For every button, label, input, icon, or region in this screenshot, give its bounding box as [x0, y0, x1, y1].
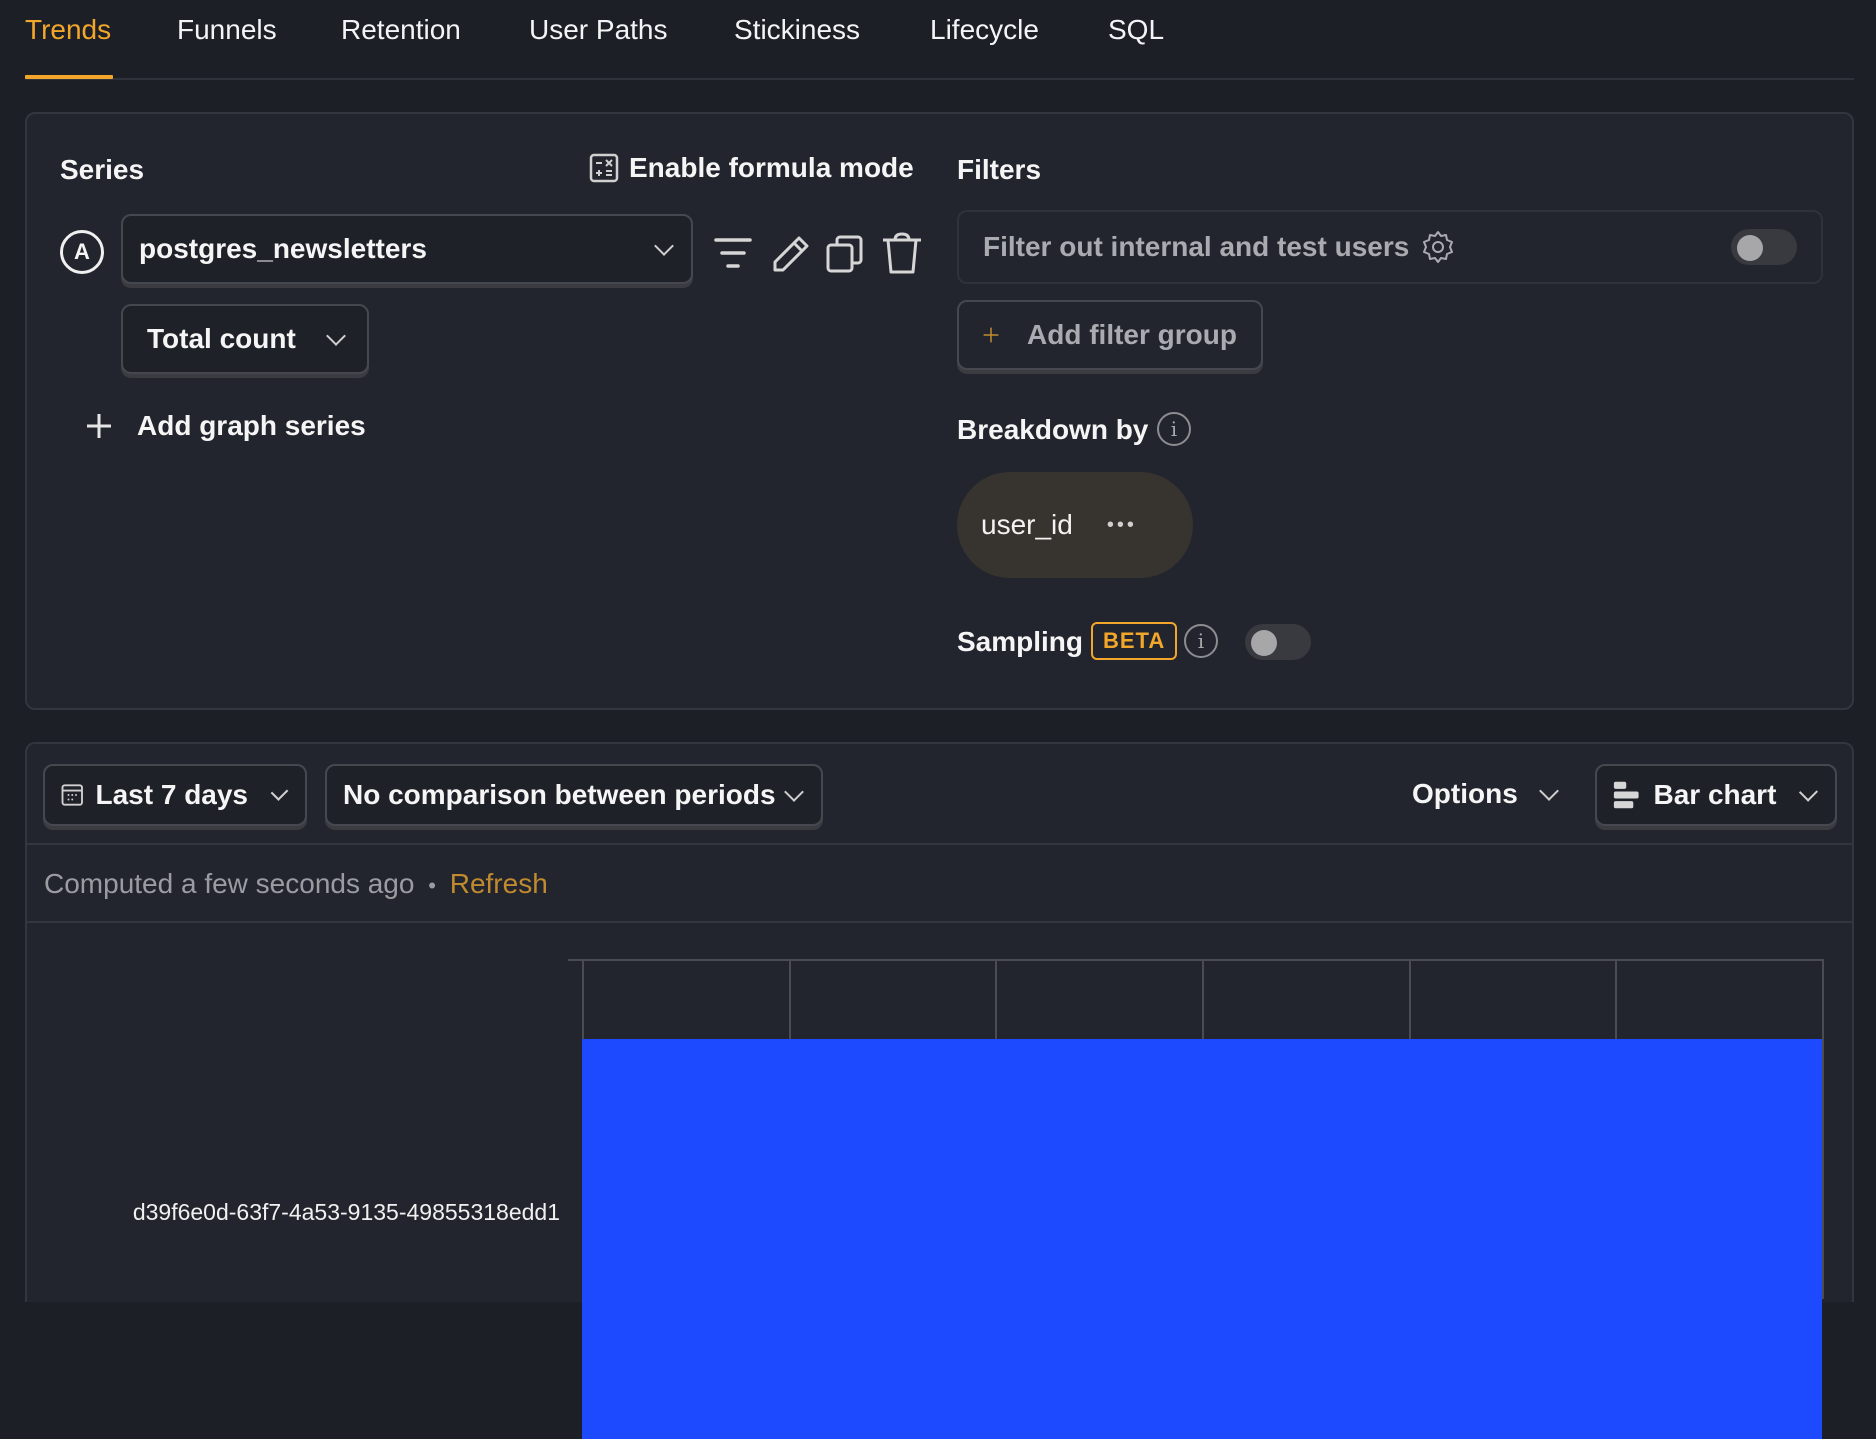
calendar-icon [61, 784, 83, 806]
insight-type-tabs: Trends Funnels Retention User Paths Stic… [25, 0, 1854, 80]
filter-icon[interactable] [713, 234, 753, 274]
beta-badge: BETA [1091, 622, 1178, 660]
options-dropdown[interactable]: Options [1412, 778, 1559, 810]
toggle-knob [1251, 630, 1277, 656]
chevron-down-icon [1538, 781, 1559, 801]
plus-icon [87, 414, 111, 438]
breakdown-heading: Breakdown by [957, 414, 1149, 445]
display-type-label: Bar chart [1653, 779, 1777, 810]
test-account-filter-row: Filter out internal and test users [957, 210, 1823, 284]
info-icon[interactable]: i [1157, 412, 1191, 446]
add-filter-group-button[interactable]: Add filter group [957, 300, 1263, 370]
insight-results-panel: Last 7 days No comparison between period… [25, 742, 1854, 1439]
tab-user-paths[interactable]: User Paths [529, 14, 668, 46]
test-account-filter-toggle[interactable] [1731, 229, 1797, 265]
event-select-dropdown[interactable]: postgres_newsletters [121, 214, 693, 284]
computed-text: Computed a few seconds ago [44, 868, 415, 899]
chevron-down-icon [270, 783, 289, 801]
date-range-dropdown[interactable]: Last 7 days [43, 764, 307, 826]
toggle-knob [1737, 235, 1763, 261]
event-name: postgres_newsletters [139, 233, 427, 264]
duplicate-icon[interactable] [825, 234, 865, 274]
delete-icon[interactable] [881, 232, 923, 276]
series-letter-badge: A [60, 230, 104, 274]
add-graph-series-label: Add graph series [137, 410, 366, 441]
plus-icon [983, 327, 999, 343]
chart-bar[interactable] [582, 1039, 1822, 1439]
filters-heading: Filters [957, 154, 1042, 185]
separator: • [428, 873, 436, 898]
add-graph-series-button[interactable]: Add graph series [85, 410, 366, 442]
chart-category-label: d39f6e0d-63f7-4a53-9135-49855318edd1 [132, 1199, 560, 1225]
sampling-toggle[interactable] [1245, 624, 1311, 660]
tab-sql[interactable]: SQL [1108, 14, 1164, 46]
chevron-down-icon [784, 782, 804, 802]
date-range-label: Last 7 days [95, 779, 249, 810]
refresh-link[interactable]: Refresh [450, 868, 548, 899]
formula-mode-label: Enable formula mode [629, 152, 914, 183]
calculator-icon [589, 153, 619, 183]
gear-icon[interactable] [1421, 230, 1455, 264]
sampling-heading: Sampling [957, 626, 1084, 657]
tab-stickiness[interactable]: Stickiness [734, 14, 860, 46]
tab-funnels[interactable]: Funnels [177, 14, 277, 46]
breakdown-pill[interactable]: user_id ••• [957, 472, 1193, 578]
math-label: Total count [147, 323, 296, 354]
bar-chart: d39f6e0d-63f7-4a53-9135-49855318edd1 [27, 923, 1852, 1439]
more-options-icon[interactable]: ••• [1107, 514, 1137, 537]
query-editor-panel: Series Enable formula mode A postgres_ne… [25, 112, 1854, 710]
tab-retention[interactable]: Retention [341, 14, 461, 46]
chevron-down-icon [1799, 782, 1819, 802]
edit-icon[interactable] [769, 232, 813, 276]
chart-gridline [1822, 959, 1824, 1299]
computed-status: Computed a few seconds ago • Refresh [44, 868, 548, 900]
chevron-down-icon [654, 236, 674, 256]
series-heading: Series [60, 154, 145, 185]
active-tab-indicator [25, 75, 113, 79]
divider [27, 843, 1852, 845]
chart-top-axis-line [568, 959, 1822, 961]
test-account-filter-label: Filter out internal and test users [983, 231, 1410, 262]
bar-chart-icon [1613, 781, 1639, 809]
info-icon[interactable]: i [1184, 624, 1218, 658]
breakdown-property: user_id [981, 509, 1073, 540]
options-label: Options [1412, 778, 1518, 809]
math-select-dropdown[interactable]: Total count [121, 304, 369, 374]
display-type-dropdown[interactable]: Bar chart [1595, 764, 1837, 826]
compare-label: No comparison between periods [343, 779, 776, 810]
add-filter-group-label: Add filter group [1027, 319, 1237, 350]
tab-trends[interactable]: Trends [25, 14, 111, 46]
compare-dropdown[interactable]: No comparison between periods [325, 764, 823, 826]
enable-formula-mode-button[interactable]: Enable formula mode [589, 152, 914, 184]
chevron-down-icon [326, 326, 346, 346]
tab-lifecycle[interactable]: Lifecycle [930, 14, 1039, 46]
